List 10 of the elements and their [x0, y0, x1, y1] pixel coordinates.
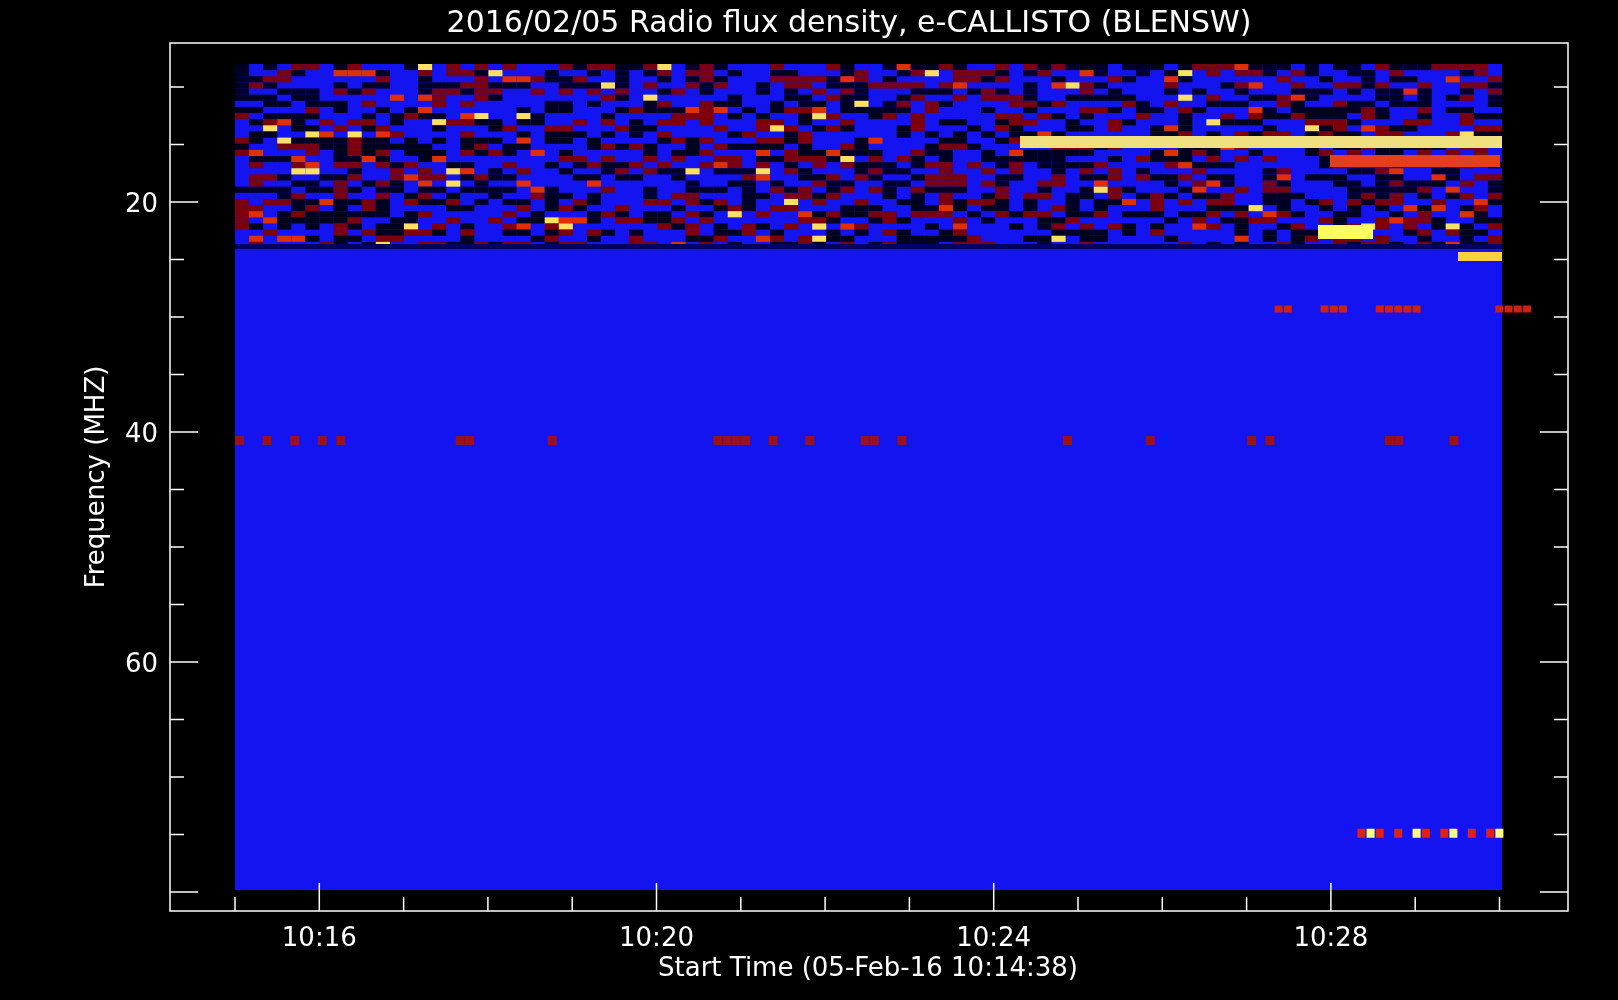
x-tick-label: 10:24	[956, 922, 1032, 952]
y-axis-label: Frequency (MHZ)	[80, 365, 110, 589]
x-axis-label: Start Time (05-Feb-16 10:14:38)	[658, 952, 1078, 982]
x-tick-label: 10:28	[1293, 922, 1369, 952]
y-tick-label: 40	[124, 418, 158, 448]
x-tick-label: 10:20	[619, 922, 694, 952]
chart-title: 2016/02/05 Radio flux density, e-CALLISTO (BLENSW)	[446, 4, 1252, 39]
x-tick-label: 10:16	[281, 922, 357, 952]
y-tick-label: 60	[124, 648, 158, 678]
y-tick-label: 20	[124, 188, 158, 218]
